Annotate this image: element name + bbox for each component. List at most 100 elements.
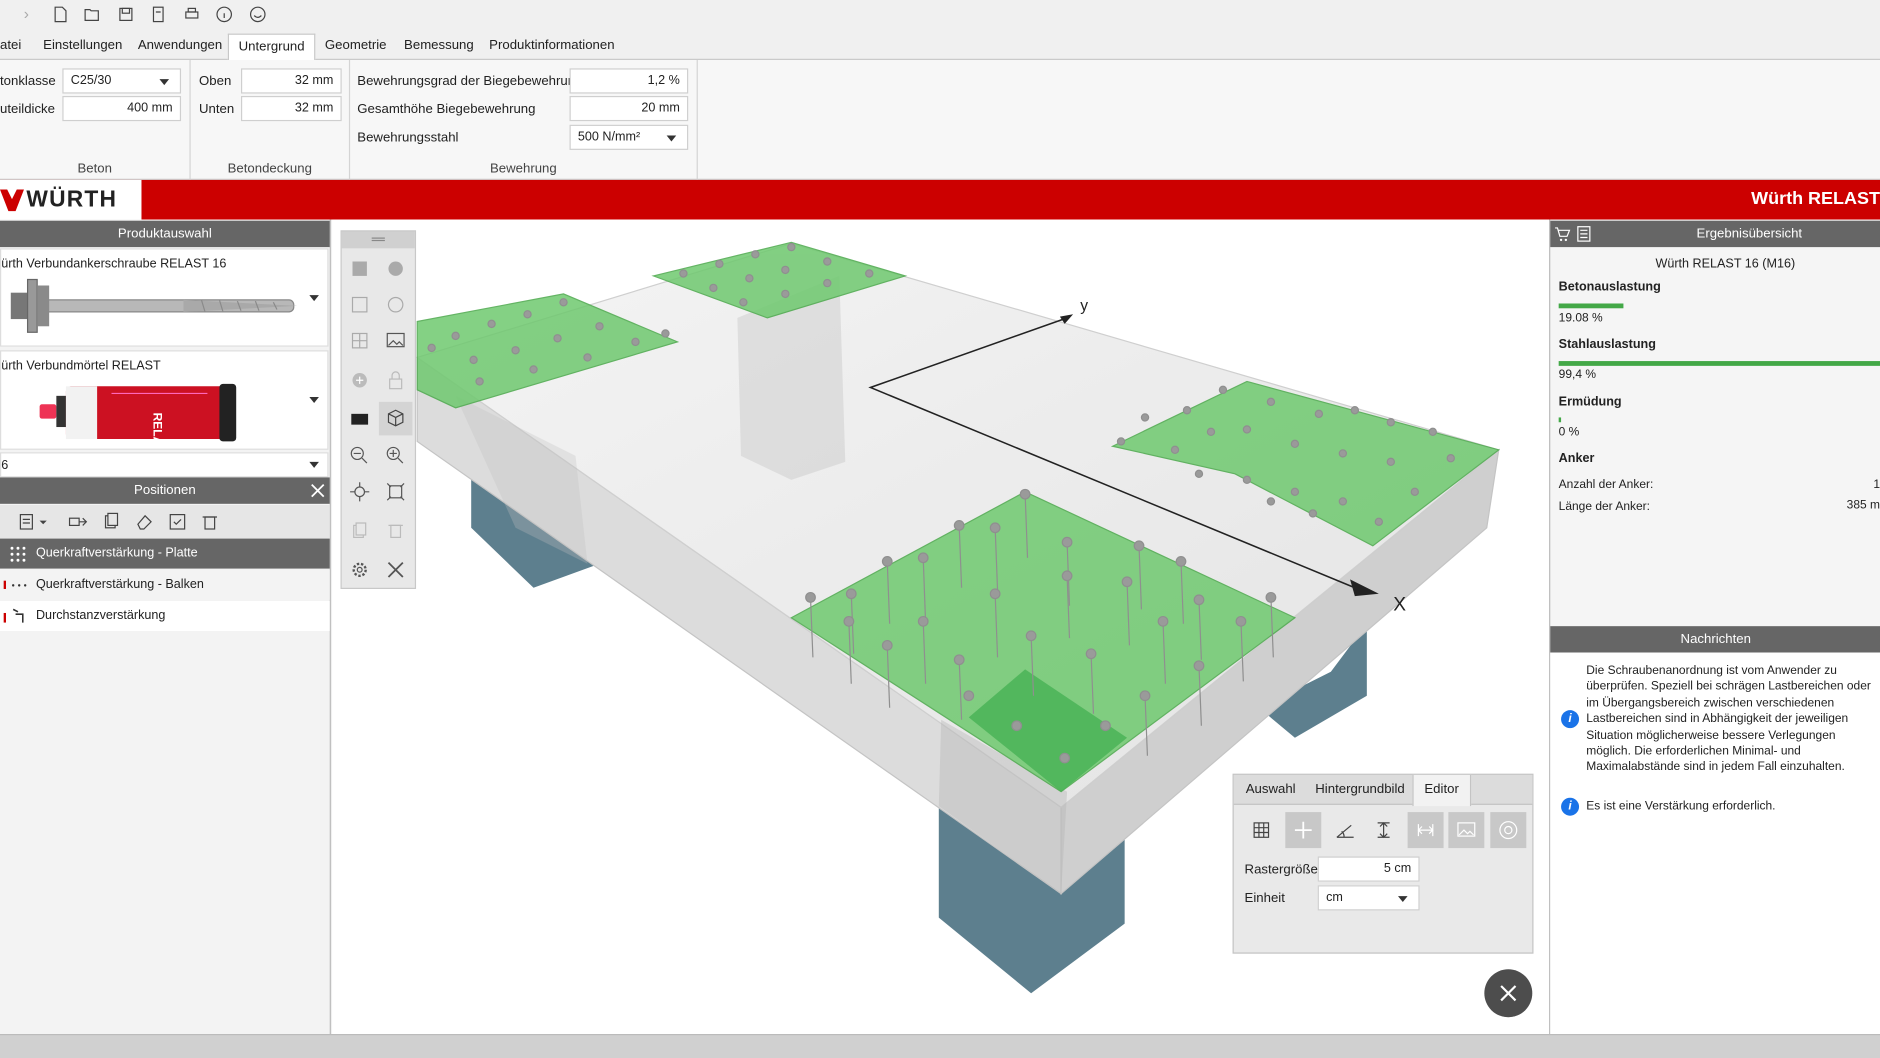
oben-input[interactable]: 32 mm xyxy=(240,68,342,94)
trash-icon[interactable] xyxy=(200,512,219,531)
save-icon[interactable] xyxy=(116,5,135,24)
circle-fill-icon[interactable] xyxy=(379,252,413,286)
mortar-cartridge-image: RELAST xyxy=(39,383,237,445)
tab-einstellungen[interactable]: Einstellungen xyxy=(34,34,132,60)
stahlauslastung-bar xyxy=(1558,361,1880,366)
tab-hintergrundbild[interactable]: Hintergrundbild xyxy=(1304,775,1415,805)
add-list-icon[interactable] xyxy=(19,512,50,531)
ergebnis-title: Ergebnisübersicht xyxy=(1696,226,1803,242)
rastergroesse-input[interactable]: 5 cm xyxy=(1317,856,1420,882)
app-title: Würth RELAST xyxy=(1751,188,1880,209)
target-icon[interactable] xyxy=(1490,812,1527,849)
gesamthoehe-input[interactable]: 20 mm xyxy=(569,95,689,122)
chevron-down-icon[interactable] xyxy=(309,397,319,404)
app-window: › atei Einstellungen Anwendungen Untergr… xyxy=(0,0,1880,1058)
transfer-icon[interactable] xyxy=(68,512,88,531)
tab-datei[interactable]: atei xyxy=(0,34,31,60)
ribbon-tabs: atei Einstellungen Anwendungen Untergrun… xyxy=(0,28,1880,62)
smiley-icon[interactable] xyxy=(248,5,267,24)
position-item-durchstanz[interactable]: Durchstanzverstärkung xyxy=(0,600,330,631)
ribbon-panel: tonklasse C25/30 uteildicke 400 mm Beton… xyxy=(0,59,1880,180)
calculator-icon[interactable] xyxy=(149,5,168,24)
check-icon[interactable] xyxy=(168,512,187,531)
axis-x-label: X xyxy=(1393,595,1406,616)
product-card-mortar[interactable]: ürth Verbundmörtel RELAST RELAST xyxy=(0,350,329,450)
settings-gear-icon[interactable] xyxy=(343,553,377,587)
unten-input[interactable]: 32 mm xyxy=(240,95,342,122)
copy-icon[interactable] xyxy=(102,512,121,531)
print-icon[interactable] xyxy=(182,5,201,24)
chevron-down-icon[interactable] xyxy=(309,295,319,302)
add-circle-icon[interactable] xyxy=(343,363,377,397)
tab-bemessung[interactable]: Bemessung xyxy=(394,34,483,60)
bauteildicke-label: uteildicke xyxy=(0,101,55,117)
zoom-in-icon[interactable] xyxy=(379,439,413,473)
size-select[interactable]: 6 xyxy=(0,452,329,478)
group-label-bewehrung: Bewehrung xyxy=(489,161,557,177)
forward-icon[interactable]: › xyxy=(17,5,36,24)
info-icon: i xyxy=(1561,797,1580,816)
delete-icon[interactable] xyxy=(379,513,413,547)
toolbar-grip[interactable] xyxy=(341,231,415,249)
view-2d-icon[interactable] xyxy=(343,402,377,436)
duplicate-icon[interactable] xyxy=(343,513,377,547)
einheit-select[interactable]: cm xyxy=(1317,885,1420,911)
row-dots-icon xyxy=(3,580,27,589)
position-label: Querkraftverstärkung - Platte xyxy=(35,545,198,561)
circle-outline-icon[interactable] xyxy=(379,288,413,322)
ermuedung-bar xyxy=(1558,417,1562,423)
tab-auswahl[interactable]: Auswahl xyxy=(1235,775,1306,805)
grid-icon[interactable] xyxy=(1243,812,1279,848)
gesamthoehe-label: Gesamthöhe Biegebewehrung xyxy=(357,101,536,117)
close-icon[interactable] xyxy=(311,483,325,498)
vertical-dimension-icon[interactable] xyxy=(1366,812,1402,848)
pan-icon[interactable] xyxy=(343,475,377,509)
position-item-platte[interactable]: Querkraftverstärkung - Platte xyxy=(0,538,330,569)
tab-geometrie[interactable]: Geometrie xyxy=(315,34,396,60)
layout-icon[interactable] xyxy=(343,324,377,358)
betonklasse-select[interactable]: C25/30 xyxy=(62,68,182,94)
einheit-value: cm xyxy=(1326,890,1343,905)
info-icon[interactable] xyxy=(215,5,234,24)
fit-view-icon[interactable] xyxy=(379,475,413,509)
zoom-out-icon[interactable] xyxy=(343,439,377,473)
bewehrungsgrad-input[interactable]: 1,2 % xyxy=(569,68,689,94)
unten-label: Unten xyxy=(199,101,235,117)
horizontal-dimension-icon[interactable] xyxy=(1407,812,1444,849)
chevron-down-icon xyxy=(1398,896,1408,903)
bauteildicke-input[interactable]: 400 mm xyxy=(62,95,182,122)
position-label: Querkraftverstärkung - Balken xyxy=(35,576,204,592)
wuerth-logo: WÜRTH xyxy=(0,179,142,220)
rectangle-outline-icon[interactable] xyxy=(343,288,377,322)
messages-area: i Die Schraubenanordnung ist vom Anwende… xyxy=(1550,652,1880,1035)
eraser-icon[interactable] xyxy=(134,512,153,531)
close-fab-button[interactable] xyxy=(1484,969,1533,1018)
tab-anwendungen[interactable]: Anwendungen xyxy=(128,34,232,60)
tools-icon[interactable] xyxy=(379,553,413,587)
logo-text: WÜRTH xyxy=(26,187,118,213)
open-folder-icon[interactable] xyxy=(83,5,102,24)
anzahl-value: 1 xyxy=(1873,478,1880,492)
bewehrungsstahl-select[interactable]: 500 N/mm² xyxy=(569,124,689,150)
group-bewehrung: Bewehrungsgrad der Biegebewehrung 1,2 % … xyxy=(350,59,698,180)
product1-name: ürth Verbundankerschraube RELAST 16 xyxy=(1,256,227,272)
left-panel: Produktauswahl ürth Verbundankerschraube… xyxy=(0,219,331,1035)
result-product: Würth RELAST 16 (M16) xyxy=(1655,256,1796,272)
rectangle-fill-icon[interactable] xyxy=(343,252,377,286)
position-item-balken[interactable]: Querkraftverstärkung - Balken xyxy=(0,569,330,600)
product-card-anchor[interactable]: ürth Verbundankerschraube RELAST 16 xyxy=(0,248,329,347)
lock-icon[interactable] xyxy=(379,363,413,397)
image-icon[interactable] xyxy=(379,324,413,358)
new-file-icon[interactable] xyxy=(50,5,69,24)
tab-produktinformationen[interactable]: Produktinformationen xyxy=(480,34,625,60)
background-image-icon[interactable] xyxy=(1448,812,1485,849)
tab-editor[interactable]: Editor xyxy=(1412,774,1471,807)
angle-icon[interactable] xyxy=(1327,812,1363,848)
group-label-beton: Beton xyxy=(77,161,112,177)
right-panel: Ergebnisübersicht Würth RELAST 16 (M16) … xyxy=(1549,219,1880,1035)
view-3d-icon[interactable] xyxy=(378,401,413,436)
chevron-down-icon xyxy=(666,135,677,142)
tab-untergrund[interactable]: Untergrund xyxy=(227,33,316,62)
stahlauslastung-label: Stahlauslastung xyxy=(1558,337,1656,352)
crosshair-icon[interactable] xyxy=(1285,812,1322,849)
